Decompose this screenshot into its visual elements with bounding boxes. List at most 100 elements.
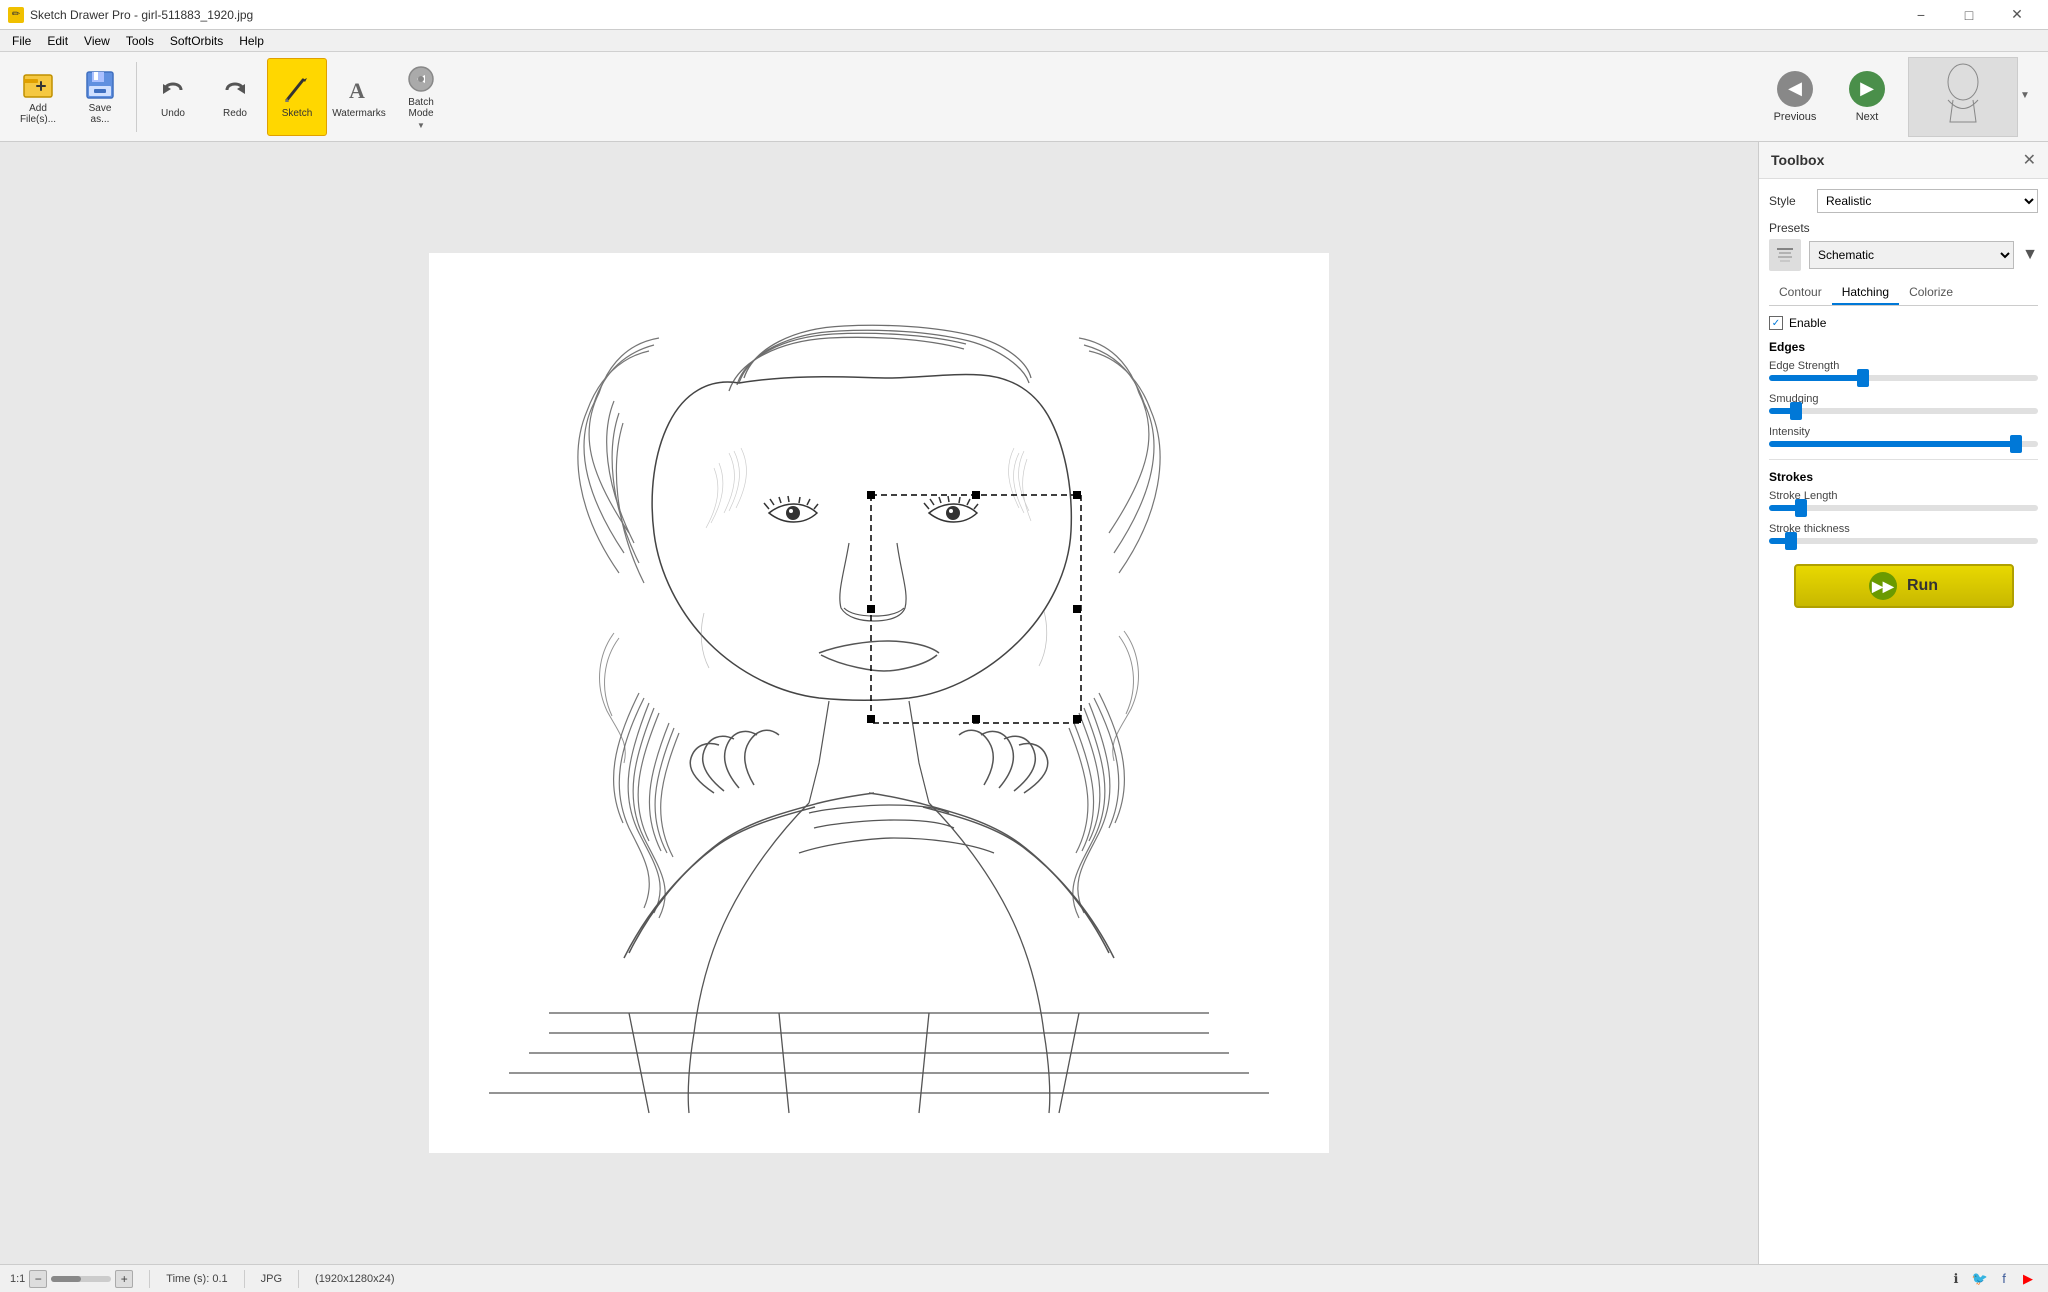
save-as-button[interactable]: Saveas... [70,58,130,136]
window-title: Sketch Drawer Pro - girl-511883_1920.jpg [30,8,253,22]
enable-label: Enable [1789,316,1826,330]
style-select[interactable]: Realistic Cartoon Pencil [1817,189,2038,213]
thumbnail-preview [1908,57,2018,137]
menu-tools[interactable]: Tools [118,32,162,50]
sel-handle-tl [867,491,875,499]
sel-handle-ml [867,605,875,613]
edge-strength-thumb[interactable] [1857,369,1869,387]
previous-icon: ◀ [1777,71,1813,107]
zoom-plus-button[interactable]: + [115,1270,133,1288]
menu-help[interactable]: Help [231,32,272,50]
presets-dropdown-icon[interactable]: ▼ [2022,246,2038,264]
sel-handle-mr [1073,605,1081,613]
edges-section: Edges Edge Strength Smudging [1769,340,2038,447]
twitter-icon[interactable]: 🐦 [1970,1269,1990,1289]
intensity-fill [1769,441,2016,447]
redo-icon [219,74,251,106]
add-files-button[interactable]: AddFile(s)... [8,58,68,136]
info-icon[interactable]: ℹ [1946,1269,1966,1289]
intensity-thumb[interactable] [2010,435,2022,453]
stroke-thickness-thumb[interactable] [1785,532,1797,550]
sel-handle-tr [1073,491,1081,499]
batch-dropdown-icon: ▼ [417,121,425,130]
tab-contour[interactable]: Contour [1769,281,1832,305]
stroke-thickness-track[interactable] [1769,538,2038,544]
close-button[interactable]: ✕ [1994,0,2040,30]
run-icon: ▶▶ [1869,572,1897,600]
smudging-thumb[interactable] [1790,402,1802,420]
sketch-button[interactable]: Sketch [267,58,327,136]
menu-view[interactable]: View [76,32,118,50]
status-sep-2 [244,1270,245,1288]
strokes-title: Strokes [1769,470,2038,484]
tab-hatching[interactable]: Hatching [1832,281,1899,305]
stroke-length-label: Stroke Length [1769,490,2038,502]
sel-handle-br [1073,715,1081,723]
strokes-section: Strokes Stroke Length Stroke thickness [1769,470,2038,544]
menu-softorbits[interactable]: SoftOrbits [162,32,231,50]
add-files-label: AddFile(s)... [20,103,56,125]
previous-button[interactable]: ◀ Previous [1760,58,1830,136]
edge-strength-track[interactable] [1769,375,2038,381]
tabs-row: Contour Hatching Colorize [1769,281,2038,306]
facebook-icon[interactable]: f [1994,1269,2014,1289]
next-label: Next [1856,111,1879,123]
toolbar-scroll[interactable]: ▼ [2020,90,2040,103]
stroke-thickness-slider-row: Stroke thickness [1769,523,2038,544]
toolbox-header: Toolbox ✕ [1759,142,2048,179]
sketch-image [429,253,1329,1153]
intensity-track[interactable] [1769,441,2038,447]
presets-section: Presets Schematic Default [1769,221,2038,271]
enable-row: Enable [1769,316,2038,330]
zoom-controls: 1:1 − + [10,1270,133,1288]
menu-edit[interactable]: Edit [39,32,76,50]
stroke-length-thumb[interactable] [1795,499,1807,517]
run-button[interactable]: ▶▶ Run [1794,564,2014,608]
undo-label: Undo [161,108,185,119]
sel-handle-tm [972,491,980,499]
undo-button[interactable]: Undo [143,58,203,136]
watermarks-button[interactable]: A Watermarks [329,58,389,136]
maximize-button[interactable]: □ [1946,0,1992,30]
next-icon: ▶ [1849,71,1885,107]
sketch-container[interactable] [429,253,1329,1153]
toolbox: Toolbox ✕ Style Realistic Cartoon Pencil… [1758,142,2048,1264]
batch-mode-button[interactable]: BatchMode ▼ [391,58,451,136]
next-button[interactable]: ▶ Next [1832,58,1902,136]
zoom-fill [51,1276,81,1282]
presets-select[interactable]: Schematic Default Soft Hard [1809,241,2014,269]
save-as-label: Saveas... [89,103,112,125]
style-row: Style Realistic Cartoon Pencil [1769,189,2038,213]
previous-label: Previous [1774,111,1817,123]
intensity-label: Intensity [1769,426,2038,438]
smudging-track[interactable] [1769,408,2038,414]
status-sep-1 [149,1270,150,1288]
menu-file[interactable]: File [4,32,39,50]
presets-icon [1769,239,1801,271]
main-content: Toolbox ✕ Style Realistic Cartoon Pencil… [0,142,2048,1264]
stroke-thickness-label: Stroke thickness [1769,523,2038,535]
toolbar: AddFile(s)... Saveas... Undo Redo Sketch… [0,52,2048,142]
smudging-slider-row: Smudging [1769,393,2038,414]
zoom-track[interactable] [51,1276,111,1282]
toolbox-close-button[interactable]: ✕ [2023,150,2036,170]
stroke-length-track[interactable] [1769,505,2038,511]
edge-strength-fill [1769,375,1863,381]
stroke-length-slider-row: Stroke Length [1769,490,2038,511]
youtube-icon[interactable]: ▶ [2018,1269,2038,1289]
sketch-label: Sketch [282,108,313,119]
presets-label: Presets [1769,221,2038,235]
edge-strength-label: Edge Strength [1769,360,2038,372]
zoom-minus-button[interactable]: − [29,1270,47,1288]
redo-button[interactable]: Redo [205,58,265,136]
enable-checkbox[interactable] [1769,316,1783,330]
batch-mode-label: BatchMode [408,97,434,119]
app-icon: ✏ [8,7,24,23]
canvas-area[interactable] [0,142,1758,1264]
window-controls: − □ ✕ [1898,0,2040,30]
style-label: Style [1769,194,1809,208]
minimize-button[interactable]: − [1898,0,1944,30]
status-sep-3 [298,1270,299,1288]
tab-colorize[interactable]: Colorize [1899,281,1963,305]
smudging-label: Smudging [1769,393,2038,405]
